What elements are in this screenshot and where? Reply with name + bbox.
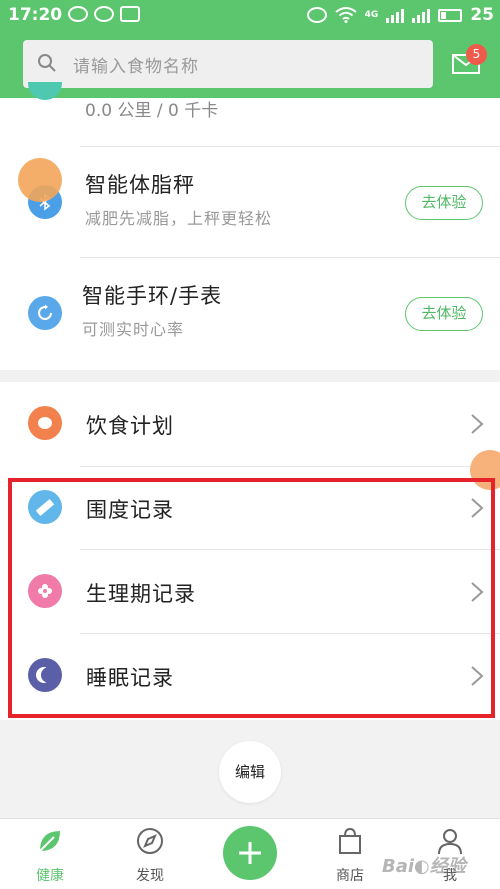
cell-signal-icon [386, 7, 405, 23]
user-icon [438, 829, 462, 855]
chevron-right-icon [471, 498, 484, 518]
try-band-button[interactable]: 去体验 [405, 297, 483, 331]
watermark-logo: Bai◐经验 [382, 856, 466, 877]
tab-label: 发现 [136, 868, 164, 884]
top-header: 17:20 4G 25 请输入食物名称 5 [0, 0, 500, 98]
flower-icon [28, 574, 62, 608]
tab-discover[interactable]: 发现 [120, 827, 180, 887]
device-subtitle: 可测实时心率 [82, 320, 185, 339]
record-row-girth[interactable]: 围度记录 [0, 466, 500, 550]
add-button[interactable] [223, 826, 277, 880]
device-row-scale[interactable]: 智能体脂秤 减肥先减脂，上秤更轻松 去体验 [0, 147, 500, 257]
leaf-icon [39, 831, 60, 852]
tab-label: 健康 [36, 868, 64, 884]
record-row-diet[interactable]: 饮食计划 [0, 382, 500, 466]
compass-icon [137, 828, 163, 854]
chevron-right-icon [471, 666, 484, 686]
search-placeholder: 请输入食物名称 [73, 57, 199, 77]
tab-health[interactable]: 健康 [20, 827, 80, 887]
chat-icon [94, 6, 114, 22]
status-system-icons: 4G 25 [306, 5, 494, 25]
battery-icon [438, 8, 463, 22]
status-bar: 17:20 4G 25 [0, 0, 500, 30]
device-title: 智能手环/手表 [82, 284, 223, 308]
record-label: 围度记录 [86, 498, 174, 522]
chevron-right-icon [471, 414, 484, 434]
record-row-sleep[interactable]: 睡眠记录 [0, 634, 500, 718]
alarm-icon [306, 7, 327, 23]
broom-icon[interactable] [18, 158, 62, 202]
chevron-right-icon [471, 582, 484, 602]
network-type: 4G [364, 10, 379, 20]
tab-label: 商店 [336, 868, 364, 884]
record-label: 生理期记录 [86, 582, 196, 606]
record-label: 睡眠记录 [86, 666, 174, 690]
record-label: 饮食计划 [86, 414, 174, 438]
status-notification-icons [68, 6, 140, 22]
wifi-icon [335, 7, 357, 23]
status-time: 17:20 [8, 5, 63, 25]
cell-signal-2-icon [412, 7, 431, 23]
shopping-bag-icon [339, 827, 361, 854]
search-icon [38, 54, 56, 72]
moon-icon [28, 658, 62, 692]
notification-badge: 5 [466, 44, 487, 65]
tomato-icon [28, 406, 62, 440]
infinity-icon [68, 6, 88, 22]
ruler-icon [28, 490, 62, 524]
search-input[interactable]: 请输入食物名称 [23, 40, 433, 88]
battery-level: 25 [470, 5, 494, 25]
tab-store[interactable]: 商店 [320, 827, 380, 887]
device-row-band[interactable]: 智能手环/手表 可测实时心率 去体验 [0, 258, 500, 370]
activity-summary: 0.0 公里 / 0 千卡 [85, 101, 219, 121]
device-title: 智能体脂秤 [85, 173, 195, 197]
device-subtitle: 减肥先减脂，上秤更轻松 [85, 209, 273, 228]
image-icon [120, 6, 140, 22]
refresh-icon [28, 296, 62, 330]
plus-icon [239, 842, 261, 864]
try-scale-button[interactable]: 去体验 [405, 186, 483, 220]
edit-button[interactable]: 编辑 [219, 741, 281, 803]
record-row-period[interactable]: 生理期记录 [0, 550, 500, 634]
